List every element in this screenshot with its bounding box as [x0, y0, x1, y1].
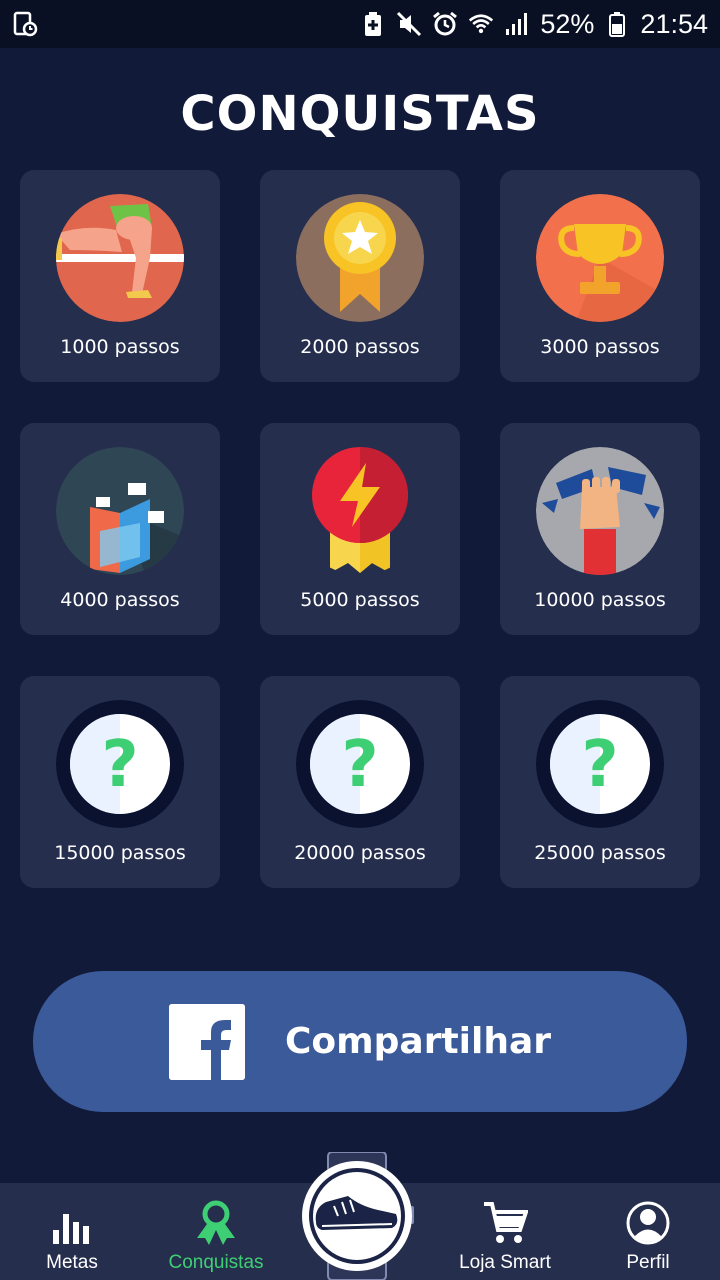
battery-icon — [604, 11, 630, 37]
fist-breaking-icon — [536, 447, 664, 575]
achievement-card-15000[interactable]: ? 15000 passos — [20, 676, 220, 888]
nav-item-metas[interactable]: Metas — [22, 1183, 122, 1280]
achievement-card-3000[interactable]: 3000 passos — [500, 170, 700, 382]
achievement-card-5000[interactable]: 5000 passos — [260, 423, 460, 635]
nav-item-conquistas[interactable]: Conquistas — [156, 1183, 276, 1280]
clock: 21:54 — [640, 8, 708, 39]
achievement-label: 4000 passos — [60, 589, 180, 611]
profile-icon — [626, 1201, 670, 1245]
award-ribbon-icon — [197, 1200, 235, 1245]
question-icon: ? — [296, 700, 424, 828]
svg-text:?: ? — [341, 728, 378, 802]
svg-text:?: ? — [101, 728, 138, 802]
achievement-label: 5000 passos — [300, 589, 420, 611]
achievement-card-4000[interactable]: 4000 passos — [20, 423, 220, 635]
shoe-watch-icon — [302, 1151, 414, 1280]
runner-icon — [56, 194, 184, 322]
svg-text:?: ? — [581, 728, 618, 802]
center-watch-button[interactable] — [298, 1151, 416, 1280]
achievement-card-25000[interactable]: ? 25000 passos — [500, 676, 700, 888]
bar-chart-icon — [53, 1214, 89, 1244]
share-facebook-button[interactable]: Compartilhar — [33, 971, 687, 1112]
battery-percent: 52% — [540, 8, 595, 39]
question-icon: ? — [56, 700, 184, 828]
nav-label: Perfil — [626, 1252, 670, 1273]
facebook-icon — [168, 1003, 245, 1080]
achievement-label: 3000 passos — [540, 336, 660, 358]
share-label: Compartilhar — [284, 1021, 552, 1062]
achievement-card-2000[interactable]: 2000 passos — [260, 170, 460, 382]
achievement-label: 15000 passos — [54, 842, 186, 864]
nav-item-loja-smart[interactable]: Loja Smart — [446, 1183, 564, 1280]
achievement-label: 25000 passos — [534, 842, 666, 864]
achievements-grid: 1000 passos 2000 passos 3000 passos 4000… — [20, 170, 700, 888]
achievement-card-20000[interactable]: ? 20000 passos — [260, 676, 460, 888]
achievement-label: 2000 passos — [300, 336, 420, 358]
battery-saver-icon — [360, 11, 386, 37]
nav-label: Metas — [46, 1252, 98, 1273]
page-title: CONQUISTAS — [180, 86, 540, 142]
finish-flags-icon — [56, 447, 184, 575]
achievement-label: 10000 passos — [534, 589, 666, 611]
star-medal-icon — [296, 194, 424, 322]
mute-icon — [396, 11, 422, 37]
achievement-card-1000[interactable]: 1000 passos — [20, 170, 220, 382]
question-icon: ? — [536, 700, 664, 828]
nav-label: Loja Smart — [459, 1252, 551, 1273]
nav-item-perfil[interactable]: Perfil — [598, 1183, 698, 1280]
shopping-cart-icon — [484, 1202, 528, 1243]
wifi-icon — [468, 11, 494, 37]
achievement-card-10000[interactable]: 10000 passos — [500, 423, 700, 635]
lightning-medal-icon — [296, 447, 424, 575]
nav-label: Conquistas — [168, 1252, 264, 1273]
status-bar: 52% 21:54 — [0, 0, 720, 48]
signal-icon — [504, 11, 530, 37]
achievement-label: 1000 passos — [60, 336, 180, 358]
alarm-icon — [432, 11, 458, 37]
achievement-label: 20000 passos — [294, 842, 426, 864]
trophy-icon — [536, 194, 664, 322]
screenshot-notification-icon — [12, 11, 38, 37]
